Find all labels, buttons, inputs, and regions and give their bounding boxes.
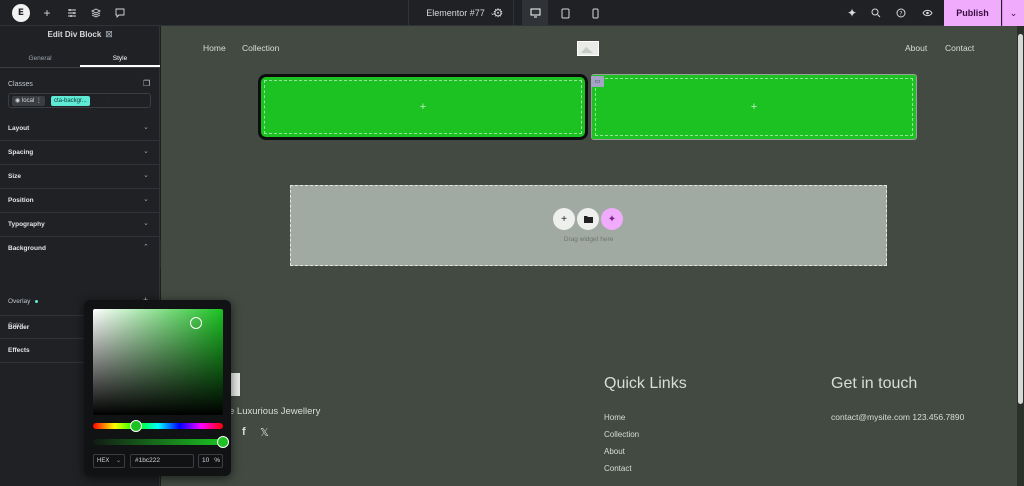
settings-sliders-icon[interactable] xyxy=(60,0,84,26)
class-chip-menu-icon[interactable]: ⋮ xyxy=(105,96,111,103)
nav-collection[interactable]: Collection xyxy=(242,43,279,53)
section-position[interactable]: Position ⌄ xyxy=(0,189,160,213)
layers-icon[interactable] xyxy=(84,0,108,26)
hue-slider[interactable] xyxy=(93,423,223,429)
section-layout[interactable]: Layout ⌄ xyxy=(0,117,160,141)
drop-hint: Drag widget here xyxy=(563,236,614,243)
div-block-right-selected[interactable]: + xyxy=(591,74,917,140)
section-label: Position xyxy=(8,197,34,204)
chevron-down-icon: ⌄ xyxy=(115,458,121,464)
panel-close-icon[interactable]: ☒ xyxy=(105,30,112,39)
classes-input[interactable]: ◉ local ⋮ cta-backgr... ⋮ xyxy=(8,93,151,108)
canvas-scrollbar[interactable] xyxy=(1017,26,1024,486)
quick-links-title: Quick Links xyxy=(604,375,687,392)
site-logo-image[interactable] xyxy=(577,41,599,56)
saturation-handle[interactable] xyxy=(190,317,202,329)
contact-line: contact@mysite.com 123.456.7890 xyxy=(831,412,965,422)
panel-title: Edit Div Block xyxy=(47,30,102,39)
elementor-logo-icon[interactable]: E xyxy=(12,4,30,22)
footer-link-home[interactable]: Home xyxy=(604,413,625,422)
tab-general[interactable]: General xyxy=(0,52,80,67)
alpha-slider-handle[interactable] xyxy=(217,436,229,448)
overlay-label: Overlay xyxy=(8,298,31,305)
color-format-value: HEX xyxy=(97,458,110,464)
section-label: Layout xyxy=(8,125,30,132)
footer-link-collection[interactable]: Collection xyxy=(604,430,639,439)
alpha-slider[interactable] xyxy=(93,439,223,445)
mobile-view-icon[interactable] xyxy=(583,0,607,26)
hex-input[interactable]: #1bc222 xyxy=(130,454,194,468)
section-label: Typography xyxy=(8,221,45,228)
alpha-value: 10 xyxy=(202,457,210,464)
alpha-unit: % xyxy=(214,457,220,464)
section-spacing[interactable]: Spacing ⌄ xyxy=(0,141,160,165)
section-label: Background xyxy=(8,245,46,252)
template-folder-icon[interactable] xyxy=(577,208,599,230)
footer-link-about[interactable]: About xyxy=(604,447,625,456)
add-widget-plus-icon[interactable]: + xyxy=(420,101,426,113)
class-chip-cta[interactable]: cta-backgr... xyxy=(51,96,90,106)
classes-copy-icon[interactable]: ❐ xyxy=(143,79,150,88)
section-background[interactable]: Background ⌃ xyxy=(0,237,160,261)
preview-eye-icon[interactable] xyxy=(915,0,939,26)
footer-logo-image xyxy=(230,373,240,396)
div-block-left[interactable]: + xyxy=(258,74,588,140)
page-settings-gear-icon[interactable]: ⚙ xyxy=(486,0,510,26)
drop-zone[interactable]: + ✦ Drag widget here xyxy=(290,185,887,266)
classes-label: Classes xyxy=(8,81,33,88)
chevron-down-icon: ⌄ xyxy=(143,124,149,131)
element-handle-icon[interactable]: ▭ xyxy=(591,76,604,87)
facebook-icon[interactable]: f xyxy=(242,426,246,438)
chevron-up-icon: ⌃ xyxy=(143,244,149,251)
class-chip-local[interactable]: ◉ local ⋮ xyxy=(12,96,45,106)
panel-tabs: General Style xyxy=(0,52,160,68)
add-section-plus-icon[interactable]: + xyxy=(553,208,575,230)
help-icon[interactable]: ? xyxy=(889,0,913,26)
chevron-down-icon: ⌄ xyxy=(143,220,149,227)
color-format-select[interactable]: HEX ⌄ xyxy=(93,454,125,468)
saturation-value-area[interactable] xyxy=(93,309,223,415)
hue-slider-handle[interactable] xyxy=(130,420,142,432)
x-twitter-icon[interactable]: 𝕏 xyxy=(260,426,269,439)
top-bar: E + Elementor #77 ⌄ ⚙ ✦ ? Publish ⌄ xyxy=(0,0,1024,26)
add-widget-plus-icon[interactable]: + xyxy=(751,101,757,113)
tab-style[interactable]: Style xyxy=(80,52,160,67)
nav-contact[interactable]: Contact xyxy=(945,43,974,53)
contact-title: Get in touch xyxy=(831,375,918,392)
chevron-down-icon: ⌄ xyxy=(143,196,149,203)
publish-options-chevron-icon[interactable]: ⌄ xyxy=(1002,0,1024,26)
nav-home[interactable]: Home xyxy=(203,43,226,53)
color-picker-popover: HEX ⌄ #1bc222 10% xyxy=(84,300,231,476)
alpha-input[interactable]: 10% xyxy=(198,454,223,468)
section-label: Effects xyxy=(8,347,30,354)
section-typography[interactable]: Typography ⌄ xyxy=(0,213,160,237)
chevron-down-icon: ⌄ xyxy=(143,172,149,179)
svg-text:?: ? xyxy=(899,10,902,17)
tablet-view-icon[interactable] xyxy=(553,0,577,26)
footer-link-contact[interactable]: Contact xyxy=(604,464,632,473)
class-chip-local-label: local xyxy=(21,98,35,104)
add-element-icon[interactable]: + xyxy=(35,0,59,26)
panel-title-row: Edit Div Block ☒ xyxy=(0,30,160,39)
chevron-down-icon: ⌄ xyxy=(143,148,149,155)
section-label: Size xyxy=(8,173,22,180)
search-icon[interactable] xyxy=(864,0,888,26)
comments-icon[interactable] xyxy=(108,0,132,26)
section-label: Spacing xyxy=(8,149,34,156)
scrollbar-thumb[interactable] xyxy=(1018,34,1023,404)
ai-sparkle-icon[interactable]: ✦ xyxy=(601,208,623,230)
section-size[interactable]: Size ⌄ xyxy=(0,165,160,189)
document-title: Elementor #77 xyxy=(426,8,485,18)
desktop-view-icon[interactable] xyxy=(522,0,548,26)
nav-about[interactable]: About xyxy=(905,43,927,53)
footer-tagline: e Luxurious Jewellery xyxy=(229,406,321,417)
section-label: Border xyxy=(8,324,30,331)
editor-canvas: Home Collection About Contact + + ▭ + ✦ … xyxy=(161,26,1017,486)
finder-rocket-icon[interactable]: ✦ xyxy=(840,0,864,26)
publish-button[interactable]: Publish xyxy=(944,0,1001,26)
overlay-indicator xyxy=(35,300,38,303)
